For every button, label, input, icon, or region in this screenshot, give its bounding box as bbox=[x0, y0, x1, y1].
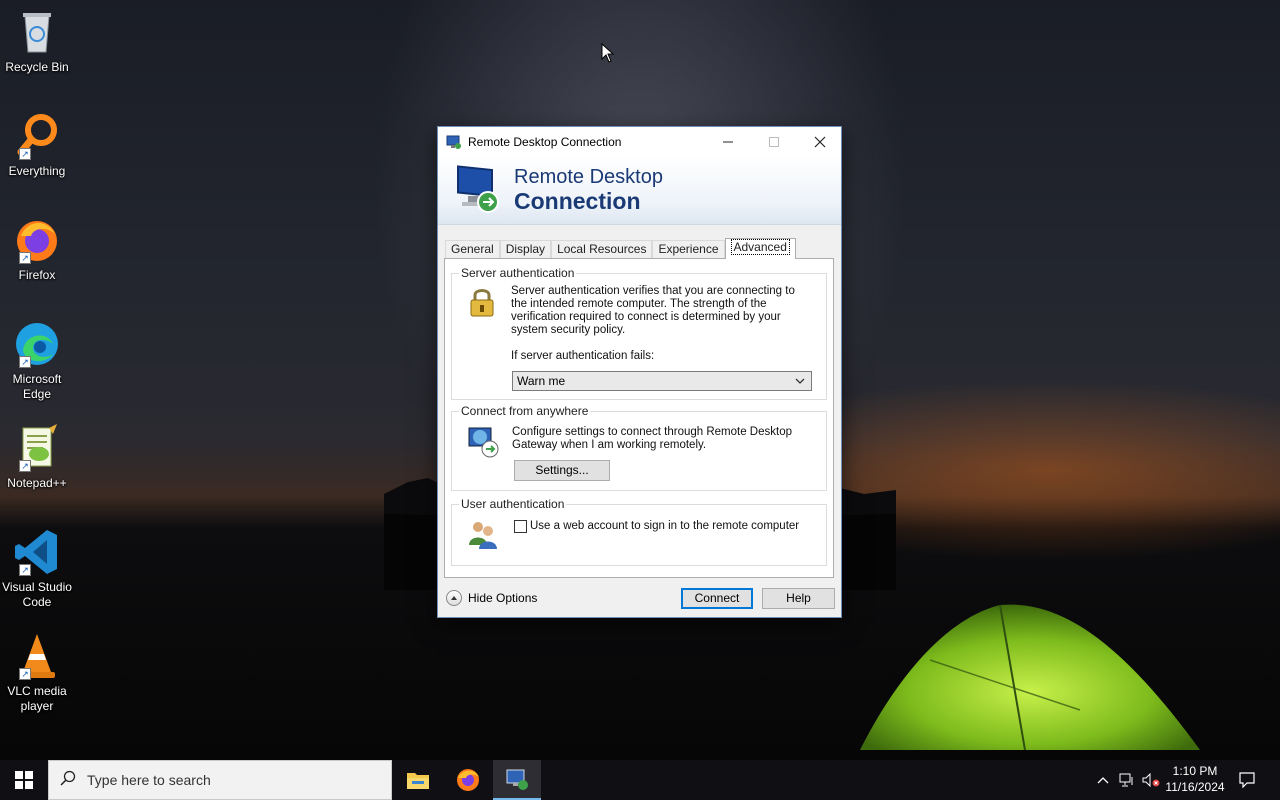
window-titlebar[interactable]: Remote Desktop Connection bbox=[438, 127, 841, 156]
chevron-up-icon bbox=[446, 590, 462, 606]
edge-icon: ↗ bbox=[13, 320, 61, 368]
desktop-icon-recycle-bin[interactable]: Recycle Bin bbox=[0, 8, 74, 75]
mouse-cursor-icon bbox=[601, 43, 615, 63]
maximize-icon bbox=[769, 136, 779, 147]
desktop-icon-notepadpp[interactable]: ↗ Notepad++ bbox=[0, 424, 74, 491]
hide-options-toggle[interactable]: Hide Options bbox=[446, 590, 537, 606]
desktop-icon-label: Notepad++ bbox=[7, 476, 67, 490]
shortcut-arrow-icon: ↗ bbox=[19, 668, 31, 680]
tent-illustration bbox=[860, 604, 1200, 751]
taskbar-remote-desktop[interactable] bbox=[493, 760, 541, 800]
file-explorer-icon bbox=[407, 773, 429, 789]
clock-time: 1:10 PM bbox=[1172, 764, 1218, 778]
vlc-icon: ↗ bbox=[13, 632, 61, 680]
taskbar-file-explorer[interactable] bbox=[394, 760, 442, 800]
everything-search-icon: ↗ bbox=[13, 112, 61, 160]
server-auth-legend: Server authentication bbox=[459, 266, 577, 280]
search-icon bbox=[49, 770, 87, 790]
taskbar-firefox[interactable] bbox=[444, 760, 492, 800]
server-auth-description: Server authentication verifies that you … bbox=[511, 285, 795, 336]
tab-display[interactable]: Display bbox=[499, 240, 552, 259]
minimize-icon bbox=[723, 141, 733, 142]
advanced-tab-panel: Server authentication Server authenticat… bbox=[444, 258, 834, 578]
hide-options-label: Hide Options bbox=[468, 591, 538, 605]
chevron-up-icon bbox=[1097, 777, 1109, 784]
help-button[interactable]: Help bbox=[762, 588, 835, 609]
tab-advanced[interactable]: Advanced bbox=[724, 238, 796, 259]
tab-local-resources[interactable]: Local Resources bbox=[551, 240, 653, 259]
search-placeholder: Type here to search bbox=[87, 772, 211, 788]
show-hidden-icons-button[interactable] bbox=[1092, 760, 1114, 800]
notifications-button[interactable] bbox=[1234, 760, 1260, 800]
chevron-down-icon bbox=[795, 372, 805, 397]
banner-title-line1: Remote Desktop bbox=[514, 166, 663, 188]
auth-fail-dropdown[interactable]: Warn me bbox=[512, 371, 812, 391]
remote-desktop-icon bbox=[446, 135, 461, 149]
banner-title-line2: Connection bbox=[514, 188, 641, 214]
padlock-icon bbox=[470, 289, 494, 317]
connect-anywhere-group: Connect from anywhere Configure settings… bbox=[451, 404, 827, 491]
desktop-icon-label: Visual Studio Code bbox=[2, 580, 72, 609]
auth-fail-label: If server authentication fails: bbox=[511, 350, 655, 362]
tab-strip: General Display Local Resources Experien… bbox=[445, 238, 796, 259]
server-auth-group: Server authentication Server authenticat… bbox=[451, 266, 827, 400]
volume-muted-icon bbox=[1142, 773, 1160, 787]
network-icon bbox=[1119, 773, 1133, 787]
firefox-icon: ↗ bbox=[13, 216, 61, 264]
shortcut-arrow-icon: ↗ bbox=[19, 148, 31, 160]
action-center-icon bbox=[1239, 772, 1255, 788]
window-title: Remote Desktop Connection bbox=[468, 134, 622, 149]
desktop-icon-label: Microsoft Edge bbox=[12, 372, 62, 401]
connect-anywhere-description: Configure settings to connect through Re… bbox=[512, 426, 792, 451]
user-auth-legend: User authentication bbox=[459, 497, 567, 511]
rdc-banner: Remote Desktop Connection bbox=[438, 156, 841, 225]
gateway-globe-icon bbox=[468, 427, 499, 458]
user-auth-group: User authentication Use a web account to… bbox=[451, 497, 827, 566]
taskbar: Type here to search 1:10 PM 11/16/2024 bbox=[0, 760, 1280, 800]
vscode-icon: ↗ bbox=[13, 528, 61, 576]
tab-general[interactable]: General bbox=[445, 240, 500, 259]
desktop-icon-vlc[interactable]: ↗ VLC media player bbox=[0, 632, 74, 714]
clock-date: 11/16/2024 bbox=[1165, 780, 1225, 794]
network-tray-button[interactable] bbox=[1116, 760, 1138, 800]
shortcut-arrow-icon: ↗ bbox=[19, 252, 31, 264]
desktop-icon-edge[interactable]: ↗ Microsoft Edge bbox=[0, 320, 74, 402]
desktop-icon-vscode[interactable]: ↗ Visual Studio Code bbox=[0, 528, 74, 610]
desktop-icon-label: VLC media player bbox=[7, 684, 67, 713]
notepad-plus-plus-icon: ↗ bbox=[13, 424, 61, 472]
remote-desktop-monitor-icon bbox=[457, 165, 499, 213]
taskbar-search-box[interactable]: Type here to search bbox=[48, 760, 392, 800]
windows-logo-icon bbox=[15, 771, 33, 789]
desktop-icon-label: Firefox bbox=[18, 268, 56, 282]
maximize-button bbox=[751, 127, 797, 156]
firefox-icon bbox=[457, 769, 479, 791]
tab-advanced-label: Advanced bbox=[730, 239, 790, 255]
shortcut-arrow-icon: ↗ bbox=[19, 460, 31, 472]
web-account-label[interactable]: Use a web account to sign in to the remo… bbox=[530, 520, 799, 533]
volume-tray-button[interactable] bbox=[1140, 760, 1162, 800]
connect-button[interactable]: Connect bbox=[681, 588, 753, 609]
recycle-bin-icon bbox=[13, 8, 61, 56]
desktop-icon-label: Recycle Bin bbox=[5, 60, 69, 74]
remote-desktop-icon bbox=[506, 769, 528, 790]
taskbar-clock[interactable]: 1:10 PM 11/16/2024 bbox=[1160, 763, 1230, 795]
rdc-window: Remote Desktop Connection Remote Desktop… bbox=[437, 126, 842, 618]
desktop-icon-everything[interactable]: ↗ Everything bbox=[0, 112, 74, 179]
web-account-checkbox[interactable] bbox=[514, 520, 527, 533]
auth-fail-value: Warn me bbox=[517, 374, 566, 388]
start-button[interactable] bbox=[0, 760, 48, 800]
connect-anywhere-legend: Connect from anywhere bbox=[459, 404, 591, 418]
gateway-settings-button[interactable]: Settings... bbox=[514, 460, 610, 481]
close-icon bbox=[814, 136, 826, 147]
desktop-icon-firefox[interactable]: ↗ Firefox bbox=[0, 216, 74, 283]
minimize-button[interactable] bbox=[705, 127, 751, 156]
tab-experience[interactable]: Experience bbox=[652, 240, 725, 259]
close-button[interactable] bbox=[797, 127, 843, 156]
users-icon bbox=[469, 522, 497, 549]
shortcut-arrow-icon: ↗ bbox=[19, 356, 31, 368]
shortcut-arrow-icon: ↗ bbox=[19, 564, 31, 576]
desktop-icon-label: Everything bbox=[8, 164, 66, 178]
